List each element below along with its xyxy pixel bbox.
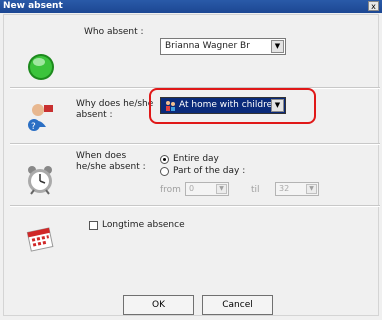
- separator: [10, 205, 380, 207]
- person-question-icon: ?: [28, 104, 53, 132]
- longtime-absence-label: Longtime absence: [102, 220, 185, 230]
- window-title: New absent: [3, 1, 63, 11]
- why-absent-value: At home with children: [179, 100, 278, 110]
- ok-button[interactable]: OK: [123, 295, 194, 315]
- longtime-absence-checkbox[interactable]: [89, 221, 98, 230]
- who-absent-label: Who absent :: [84, 27, 144, 37]
- why-absent-label: Why does he/she absent :: [76, 99, 154, 120]
- from-value: 0: [189, 184, 195, 193]
- til-label: til: [251, 185, 260, 195]
- chevron-down-icon[interactable]: ▼: [271, 99, 284, 112]
- chevron-down-icon[interactable]: ▼: [216, 184, 227, 194]
- title-bar: New absent x: [0, 0, 382, 13]
- til-select[interactable]: 32 ▼: [275, 182, 319, 196]
- calendar-icon: [26, 227, 54, 252]
- who-absent-select[interactable]: Brianna Wagner Br ▼: [160, 38, 286, 55]
- close-button[interactable]: x: [368, 1, 379, 11]
- entire-day-radio[interactable]: [160, 155, 169, 164]
- when-absent-label: When does he/she absent :: [76, 151, 146, 172]
- alarm-clock-icon: [28, 166, 52, 195]
- from-select[interactable]: 0 ▼: [185, 182, 229, 196]
- part-of-day-label: Part of the day :: [173, 166, 246, 176]
- chevron-down-icon[interactable]: ▼: [271, 40, 284, 53]
- entire-day-label: Entire day: [173, 154, 219, 164]
- from-label: from: [160, 185, 181, 195]
- cancel-button[interactable]: Cancel: [202, 295, 273, 315]
- svg-text:?: ?: [31, 122, 36, 132]
- part-of-day-radio[interactable]: [160, 167, 169, 176]
- why-absent-select[interactable]: At home with children ▼: [160, 97, 286, 114]
- who-absent-value: Brianna Wagner Br: [165, 41, 250, 51]
- green-orb-icon: [28, 54, 54, 80]
- family-icon: [166, 101, 175, 111]
- chevron-down-icon[interactable]: ▼: [306, 184, 317, 194]
- separator: [10, 143, 380, 145]
- dialog-body: Who absent : Brianna Wagner Br ▼ ? Why d…: [3, 14, 380, 316]
- til-value: 32: [279, 184, 290, 193]
